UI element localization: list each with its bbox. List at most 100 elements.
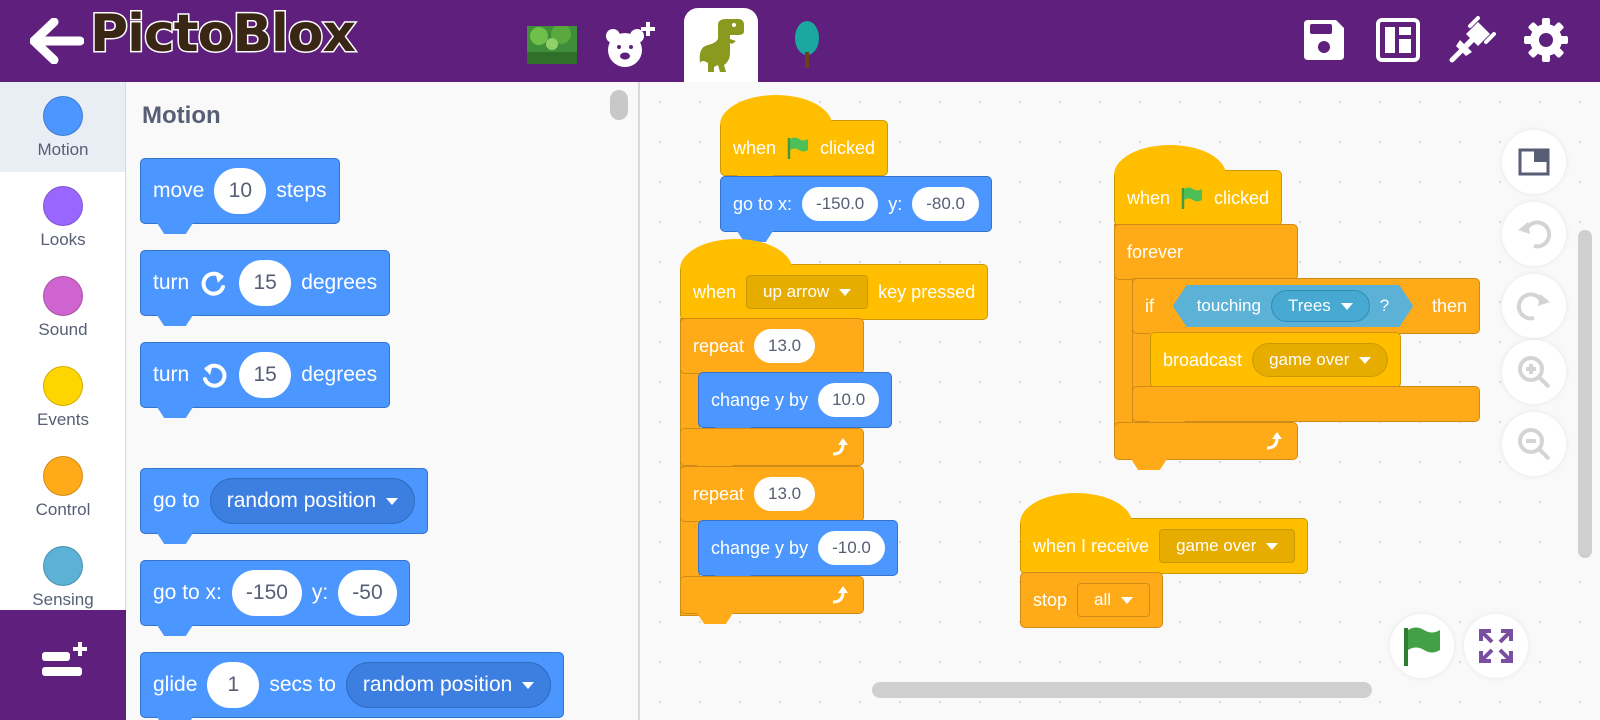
workspace-vertical-scrollbar[interactable] [1578,230,1592,558]
palette-scrollbar[interactable] [610,90,628,120]
back-arrow-icon[interactable] [30,18,84,64]
repeat-count-input[interactable]: 13.0 [754,477,816,511]
layout-toggle-button[interactable] [1502,130,1566,194]
category-sensing[interactable]: Sensing [0,532,125,610]
loop-arrow-icon [832,586,848,604]
category-label: Events [37,410,89,429]
tree-sprite-icon [795,21,819,68]
add-extension-button[interactable] [0,610,126,720]
turn-left-block[interactable]: turn 15 degrees [140,342,391,408]
caret-down-icon [1266,542,1279,550]
if-end-cap [1132,386,1480,422]
workspace-horizontal-scrollbar[interactable] [872,682,1372,698]
change-y-block[interactable]: change y by 10.0 [698,372,893,428]
palette-title: Motion [142,102,221,129]
stop-option-dropdown[interactable]: all [1077,583,1151,617]
change-y-block[interactable]: change y by -10.0 [698,520,898,576]
undo-button[interactable] [1502,202,1566,266]
degrees-input[interactable]: 15 [239,352,292,398]
category-label: Control [35,500,91,519]
block-text: go to [153,489,200,512]
block-text: forever [1127,241,1184,262]
caret-down-icon [1121,596,1134,604]
receive-message-dropdown[interactable]: game over [1159,529,1296,563]
connect-plug-icon[interactable] [1448,16,1496,64]
goto-xy-block[interactable]: go to x: -150 y: -50 [140,560,410,626]
tab-sprite-tree[interactable] [770,8,844,82]
when-flag-clicked-hat[interactable]: when clicked [1114,145,1283,226]
zoom-out-button[interactable] [1502,412,1566,476]
goto-xy-block[interactable]: go to x: -150.0 y: -80.0 [720,176,993,232]
broadcast-block[interactable]: broadcast game over [1150,332,1402,388]
y-input[interactable]: -50 [338,570,397,616]
forever-block[interactable]: forever [1114,224,1298,280]
category-motion[interactable]: Motion [0,82,125,172]
goto-target-block[interactable]: go to random position [140,468,429,534]
dropdown-value: random position [362,673,513,696]
secs-input[interactable]: 1 [207,662,260,708]
steps-input[interactable]: 10 [214,168,267,214]
block-text: if [1145,295,1154,316]
category-sound[interactable]: Sound [0,262,125,352]
category-control[interactable]: Control [0,442,125,532]
when-flag-clicked-hat[interactable]: when clicked [720,95,889,176]
bear-add-icon [606,22,655,67]
repeat-block[interactable]: repeat 13.0 [680,318,864,374]
block-text: then [1431,295,1467,316]
goto-target-dropdown[interactable]: random position [209,478,416,524]
save-icon[interactable] [1300,16,1348,64]
green-flag-icon [1404,627,1440,666]
glide-block[interactable]: glide 1 secs to random position [140,652,565,718]
block-palette: Motion move 10 steps turn 15 degrees tur… [126,82,640,720]
tab-backdrop[interactable] [515,8,589,82]
block-text: key pressed [878,281,976,302]
loop-arrow-icon [832,438,848,456]
change-y-input[interactable]: -10.0 [818,531,885,565]
green-flag-button[interactable] [1390,614,1454,678]
repeat-count-input[interactable]: 13.0 [754,329,816,363]
zoom-in-button[interactable] [1502,340,1566,404]
undo-icon [1518,220,1552,249]
dropdown-value: up arrow [763,282,830,301]
category-label: Motion [37,140,89,159]
block-text: ? [1379,296,1390,315]
redo-button[interactable] [1502,274,1566,338]
y-input[interactable]: -80.0 [912,187,980,221]
script-workspace[interactable]: when clicked go to x: -150.0 y: -80.0 wh… [640,82,1600,720]
layout-panel-icon [1518,148,1550,176]
backdrop-thumbnail-icon [527,26,577,64]
green-flag-icon [787,137,809,159]
move-steps-block[interactable]: move 10 steps [140,158,340,224]
zoom-in-icon [1518,356,1551,389]
x-input[interactable]: -150 [231,570,302,616]
forever-end-cap [1114,422,1298,460]
block-text: steps [276,179,327,202]
degrees-input[interactable]: 15 [239,260,292,306]
when-key-pressed-hat[interactable]: when up arrow key pressed [680,239,989,320]
block-text: stop [1033,589,1068,610]
touching-sensing-block[interactable]: touching Trees ? [1173,285,1414,327]
repeat-block[interactable]: repeat 13.0 [680,466,864,522]
category-looks[interactable]: Looks [0,172,125,262]
block-text: go to x: [153,581,222,604]
block-text: when [1127,187,1171,208]
tab-add-sprite[interactable] [592,8,666,82]
x-input[interactable]: -150.0 [802,187,879,221]
block-text: y: [311,581,329,604]
key-dropdown[interactable]: up arrow [746,275,869,309]
broadcast-message-dropdown[interactable]: game over [1252,343,1389,377]
touching-target-dropdown[interactable]: Trees [1271,290,1370,322]
turn-right-block[interactable]: turn 15 degrees [140,250,391,316]
settings-gear-icon[interactable] [1522,16,1570,64]
category-events[interactable]: Events [0,352,125,442]
when-i-receive-hat[interactable]: when I receive game over [1020,493,1309,574]
if-then-block[interactable]: if touching Trees ? then [1132,278,1480,334]
change-y-input[interactable]: 10.0 [818,383,880,417]
dashboard-icon[interactable] [1374,16,1422,64]
fullscreen-button[interactable] [1464,614,1528,678]
category-label: Sensing [32,590,94,609]
stop-block[interactable]: stop all [1020,572,1164,628]
tab-sprite-dino[interactable] [684,8,758,82]
glide-target-dropdown[interactable]: random position [345,662,552,708]
block-text: turn [153,363,190,386]
